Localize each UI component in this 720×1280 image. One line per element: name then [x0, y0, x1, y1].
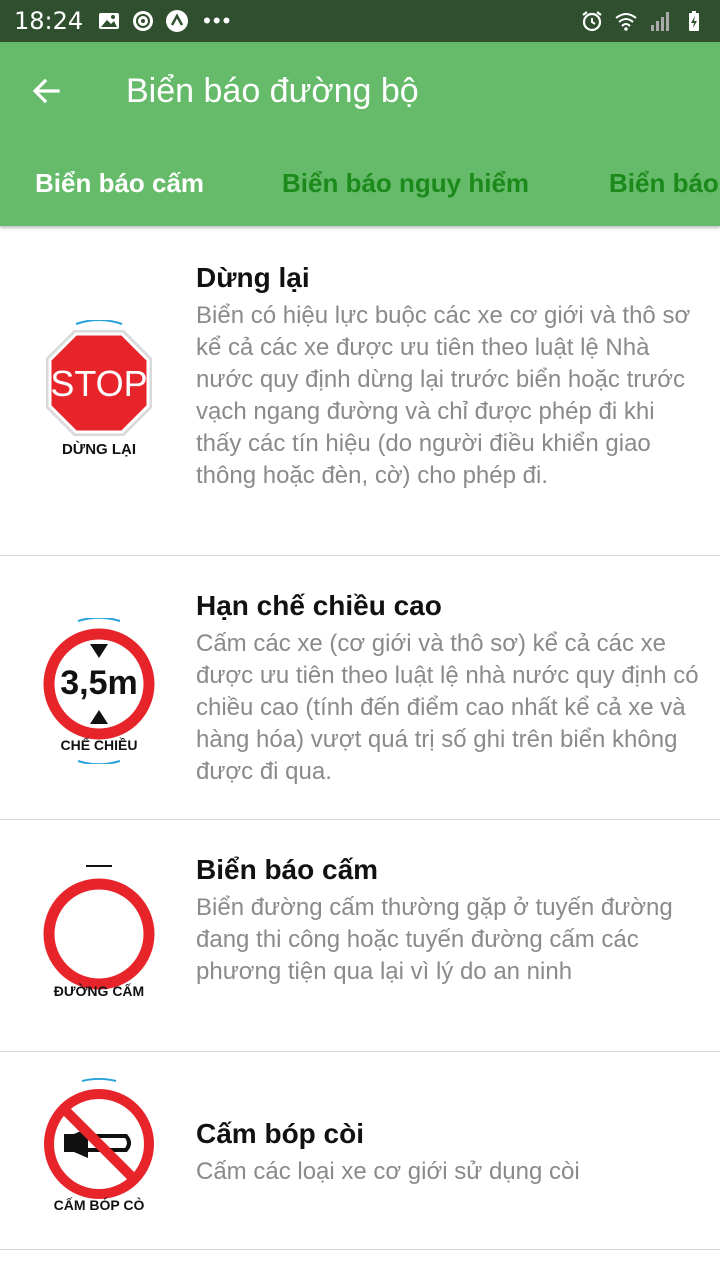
sync-icon [133, 11, 154, 31]
item-title: Hạn chế chiều cao [196, 590, 442, 621]
item-description: Cấm các loại xe cơ giới sử dụng còi [196, 1158, 580, 1185]
stop-sign-text: STOP [50, 363, 147, 404]
page-title: Biển báo đường bộ [126, 71, 419, 110]
tab-bien-bao-nguy-hiem[interactable]: Biển báo nguy hiểm [282, 140, 529, 226]
item-description: Cấm các xe (cơ giới và thô sơ) kể cả các… [196, 630, 699, 785]
list-item-no-entry[interactable]: ĐƯỜNG CẤM Biển báo cấm Biển đường cấm th… [0, 820, 720, 1052]
height-sign-caption: CHẾ CHIỀU [60, 737, 137, 753]
tab-bien-bao-more[interactable]: Biển báo [609, 140, 719, 226]
back-arrow-icon [32, 78, 60, 104]
no-horn-sign-caption: CẤM BÓP CÒ [54, 1196, 145, 1213]
status-right-icons [580, 9, 706, 33]
status-left-icons: ••• [97, 8, 232, 34]
item-description: Biển có hiệu lực buộc các xe cơ giới và … [196, 302, 691, 489]
status-bar: 18:24 ••• [0, 0, 720, 42]
item-description: Biển đường cấm thường gặp ở tuyến đường … [196, 894, 673, 985]
alarm-icon [582, 11, 602, 32]
wifi-icon [615, 13, 637, 31]
back-button[interactable] [0, 42, 92, 140]
no-entry-sign-icon: ĐƯỜNG CẤM [27, 865, 171, 1009]
no-horn-sign-icon: CẤM BÓP CÒ [27, 1078, 171, 1223]
height-sign-text: 3,5m [60, 664, 138, 702]
item-title: Dừng lại [196, 262, 310, 293]
list-item-height-limit[interactable]: 3,5m CHẾ CHIỀU Hạn chế chiều cao Cấm các… [0, 556, 720, 820]
status-time: 18:24 [14, 7, 84, 35]
height-limit-sign-icon: 3,5m CHẾ CHIỀU [27, 618, 171, 764]
tab-bien-bao-cam[interactable]: Biển báo cấm [35, 140, 204, 226]
app-icon [166, 10, 189, 32]
item-text: Biển báo cấm Biển đường cấm thường gặp ở… [196, 852, 706, 988]
item-text: Dừng lại Biển có hiệu lực buộc các xe cơ… [196, 260, 706, 492]
battery-icon [689, 11, 699, 31]
item-title: Biển báo cấm [196, 854, 379, 885]
app-bar: Biển báo đường bộ [0, 42, 720, 140]
stop-sign-icon: STOP DỪNG LẠI [27, 320, 171, 465]
signal-icon [651, 12, 669, 31]
item-title: Cấm bóp còi [196, 1118, 365, 1149]
no-entry-sign-caption: ĐƯỜNG CẤM [54, 982, 144, 999]
more-icon: ••• [203, 8, 233, 33]
stop-sign-caption: DỪNG LẠI [62, 440, 136, 458]
list-item-no-horn[interactable]: CẤM BÓP CÒ Cấm bóp còi Cấm các loại xe c… [0, 1052, 720, 1250]
list-item-stop[interactable]: STOP DỪNG LẠI Dừng lại Biển có hiệu lực … [0, 228, 720, 556]
sign-list: STOP DỪNG LẠI Dừng lại Biển có hiệu lực … [0, 228, 720, 1250]
item-text: Cấm bóp còi Cấm các loại xe cơ giới sử d… [196, 1116, 706, 1188]
image-icon [99, 13, 120, 29]
item-text: Hạn chế chiều cao Cấm các xe (cơ giới và… [196, 588, 706, 788]
tab-bar: Biển báo cấm Biển báo nguy hiểm Biển báo [0, 140, 720, 226]
